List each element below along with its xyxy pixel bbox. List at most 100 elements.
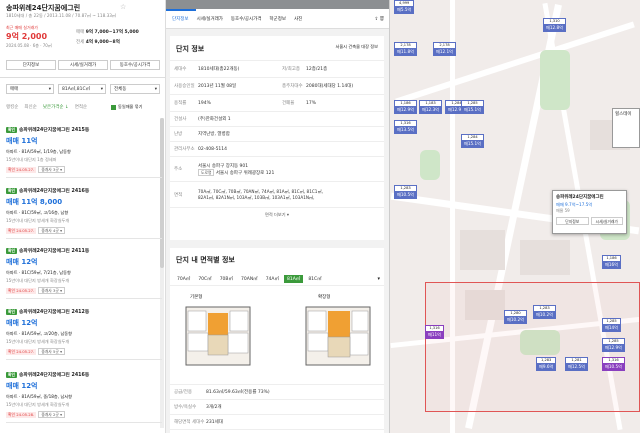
tab-complex-info[interactable]: 단지정보 [172,16,189,22]
tab-price[interactable]: 시세/실거래가 [197,16,223,22]
sale-label: 매매 [76,30,85,35]
price-marker[interactable]: 1,186 매16억 [602,255,622,269]
sort-ranking[interactable]: 랭킹순 [6,104,18,110]
marker-price: 매9.6억 [537,363,556,370]
agent-count-button[interactable]: 중개사 2곳 ▾ [38,411,66,418]
listing-card[interactable]: 확인 송파위례24단지꿈에그린 2416동 매매 11억 8,000 아파트 · … [6,183,162,239]
area-key: 면적 [174,192,183,198]
chevron-down-icon[interactable]: ▾ [377,276,380,282]
area-tab[interactable]: 81C㎡ [305,275,324,283]
marker-price: 매10.2억 [534,311,556,318]
info-key: 건폐율 [282,101,295,106]
households-key: 해당면적 세대수 [174,420,205,425]
price-history-button[interactable]: 시세/실거래가 [58,60,108,70]
section-title: 단지 정보 [176,45,205,53]
share-icon[interactable]: ⇪ 쁭 [375,16,389,22]
sort-low-price[interactable]: 낮은가격순 ↓ [43,104,69,110]
unit-price-button[interactable]: 동호수/공시가격 [110,60,160,70]
listing-price: 매매 12억 [6,382,38,390]
price-marker[interactable]: 1,316 매13.5억 [394,120,418,134]
tab-photos[interactable]: 사진 [294,16,302,22]
listing-desc: 15년이내 대단지 방세개 화장실두개 [6,339,70,344]
marker-count: 2,178 [439,43,450,47]
sort-area[interactable]: 면적순 [75,104,87,110]
price-marker[interactable]: 1,285 매15.1억 [461,100,485,114]
marker-price: 매5.5억 [395,6,414,13]
star-icon[interactable]: ☆ [120,3,126,11]
area-tab[interactable]: 70C㎡ [195,275,214,283]
price-marker[interactable]: 1,284 매15.1억 [461,134,485,148]
agent-count-button[interactable]: 중개사 4곳 ▾ [38,227,66,234]
listing-card[interactable]: 확인 송파위례24단지꿈에그린 2412동 매매 12억 아파트 · 81A/59… [6,304,162,360]
marker-price: 매15.1억 [462,140,484,147]
tab-units[interactable]: 동호수/공시가격 [231,16,262,22]
price-marker[interactable]: 4,999 매5.5억 [394,0,415,14]
supply-value: 81.63㎡/59.63㎡(전용률 73%) [206,390,270,395]
complex-popup[interactable]: 송파위례24단지꿈에그린 매매 9.7억~17.5억 매물 59 단지정보 시세… [552,190,627,234]
trade-type-select[interactable]: 매매 ▾ [6,84,54,94]
listing-name: 송파위례24단지꿈에그린 2411동 [19,249,90,254]
verified-badge: 확인 [6,188,17,194]
marker-price: 매11.8억 [395,48,417,55]
map-view[interactable]: 4,999 매5.5억 1,310 매12.8억 2,178 매12.1억 2,178 매11… [390,0,640,433]
dong-value: 전체동 [114,87,127,92]
price-marker[interactable]: 1,310 매12.8억 [543,18,567,32]
checkbox-icon[interactable] [111,104,116,110]
popup-price-button[interactable]: 시세/실거래가 [590,217,623,225]
floorplan-basic[interactable] [178,303,258,373]
agent-count-button[interactable]: 중개사 5곳 ▾ [38,348,66,355]
address-key: 주소 [174,167,183,172]
agent-count-button[interactable]: 중개사 3곳 ▾ [38,287,66,294]
verified-badge: 확인 [6,127,17,133]
side-complex-popup[interactable]: 힐스테이 [612,108,640,148]
area-more-button[interactable]: 면적 더보기 ▾ [170,207,384,218]
area-tab[interactable]: 70AN㎡ [238,275,261,283]
price-marker[interactable]: 1,283 매10.2억 [533,305,557,319]
listing-card[interactable]: 확인 송파위례24단지꿈에그린 2416동 매매 12억 아파트 · 81A/59… [6,367,162,423]
verified-badge: 확인 [6,248,17,254]
price-marker[interactable]: 1,283 매10.5억 [394,185,418,199]
confirm-date-tag: 확인 24.05.27. [6,349,37,355]
area-select[interactable]: 81A㎡,81C㎡ ▾ [58,84,106,94]
price-marker[interactable]: 1,183 매12.3억 [419,100,443,114]
price-marker[interactable]: 1,285 매14억 [602,318,622,332]
sort-latest[interactable]: 최신순 [24,104,36,110]
area-tab[interactable]: 70A㎡ [174,275,193,283]
listing-spec: 아파트 · 81C/59㎡, 7/21층, 남동향 [6,270,71,275]
marker-price: 매12.9억 [395,106,417,113]
floorplan-extended[interactable] [298,303,378,373]
price-marker[interactable]: 1,285 매12.9억 [602,338,626,352]
area-tab[interactable]: 81A㎡ [284,274,304,283]
info-row: 사용승인일 2013년 11월 08일 총주차대수 2080대(세대당 1.14대) [170,78,384,95]
chevron-down-icon: ▾ [100,87,103,92]
marker-count: 1,186 [400,101,411,105]
price-marker[interactable]: 2,178 매12.1억 [433,42,457,56]
marker-count: 1,285 [608,339,619,343]
price-marker[interactable]: 2,178 매11.8억 [394,42,418,56]
listing-card[interactable]: 확인 송파위례24단지꿈에그린 2415동 매매 11억 아파트 · 81A/59… [6,122,162,178]
price-marker[interactable]: 1,281 매12.5억 [565,357,589,371]
info-row: 세대수 1810세대(총22개동) 저/최고층 12층/21층 [170,61,384,78]
listing-card[interactable]: 확인 송파위례24단지꿈에그린 2411동 매매 12억 아파트 · 81C/59… [6,243,162,299]
price-marker[interactable]: 1,316 매10.5억 [602,357,626,371]
area-tab[interactable]: 74A㎡ [263,275,282,283]
price-marker[interactable]: 1,186 매12.9억 [394,100,418,114]
building-register-link[interactable]: 서울시 건축물 대장 정보 [335,44,378,54]
info-value: 2013년 11월 08일 [198,84,237,89]
side-complex-label: 힐스테이 [615,112,632,117]
popup-info-button[interactable]: 단지정보 [556,217,589,225]
rent-label: 전세 [76,40,85,45]
price-marker[interactable]: 1,283 매9.6억 [536,357,557,371]
complex-info-button[interactable]: 단지정보 [6,60,56,70]
households-value: 231세대 [206,420,223,425]
tab-school[interactable]: 학군정보 [269,16,286,22]
marker-count: 1,283 [400,186,411,190]
price-marker[interactable]: 1,280 매10.2억 [504,310,528,324]
price-marker[interactable]: 1,316 매11억 [425,325,445,339]
listing-desc: 15년이내 대단지 1층 정세퍼 [6,157,57,162]
dong-select[interactable]: 전체동 ▾ [110,84,160,94]
agent-count-button[interactable]: 중개사 3곳 ▾ [38,166,66,173]
verified-badge: 확인 [6,309,17,315]
listing-name: 송파위례24단지꿈에그린 2416동 [19,189,90,194]
area-tab[interactable]: 70B㎡ [217,275,236,283]
